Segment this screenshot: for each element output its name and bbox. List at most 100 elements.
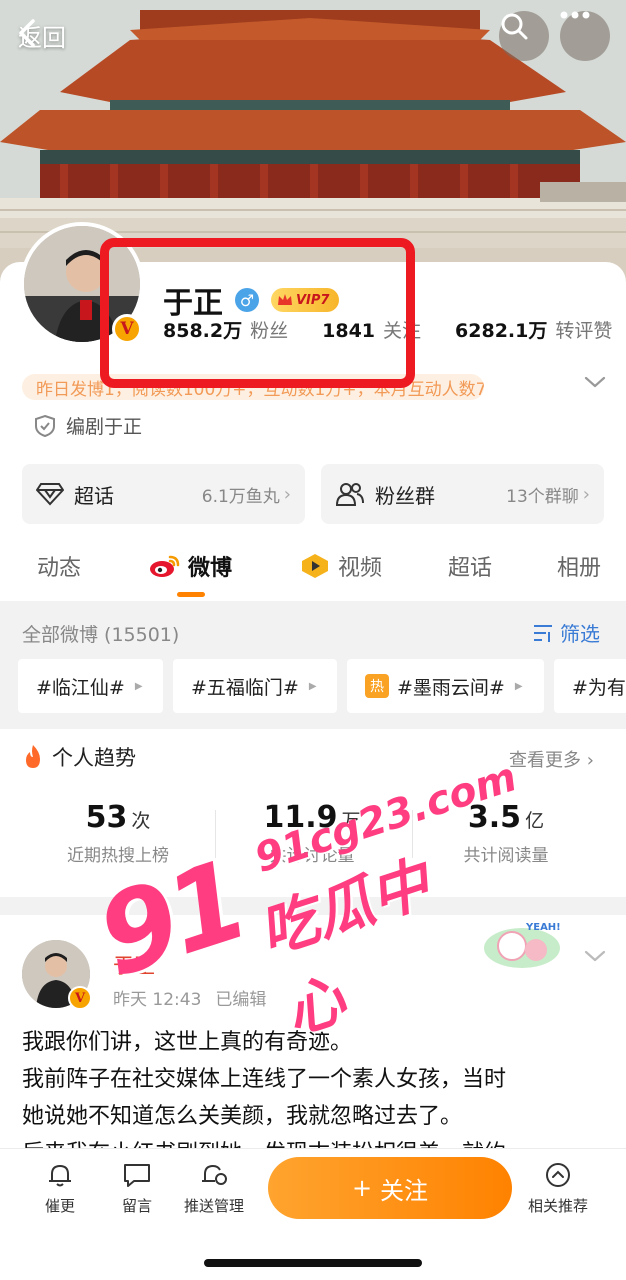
message-button[interactable]: 留言 xyxy=(97,1161,177,1216)
card-sub: 6.1万鱼丸 xyxy=(201,486,280,507)
trend-unit: 万 xyxy=(341,810,361,832)
bottom-action-bar: 催更 留言 推送管理 + 关注 相关推荐 xyxy=(0,1148,626,1280)
stat-following[interactable]: 1841 关注 xyxy=(322,316,421,343)
card-title: 粉丝群 xyxy=(375,483,435,508)
post-line: 我前阵子在社交媒体上连线了一个素人女孩，当时 xyxy=(22,1067,507,1092)
stats-row: 858.2万 粉丝 1841 关注 6282.1万 转评赞 xyxy=(163,316,612,343)
gender-male-icon: ♂ xyxy=(235,288,259,312)
follow-button[interactable]: + 关注 xyxy=(268,1157,512,1219)
filter-icon xyxy=(534,624,552,642)
topic-chip[interactable]: #临江仙# ▶ xyxy=(18,659,163,713)
tab-label: 动态 xyxy=(37,556,82,581)
tab-label: 微博 xyxy=(188,556,233,581)
verified-badge: V xyxy=(112,314,142,344)
tab-video[interactable]: 视频 xyxy=(300,550,382,582)
topic-chip[interactable]: #为有 xyxy=(554,659,626,713)
trend-stat[interactable]: 3.5 亿 共计阅读量 xyxy=(406,800,606,866)
card-sub: 13个群聊 xyxy=(506,486,579,507)
tab-super-topic[interactable]: 超话 xyxy=(448,550,492,582)
bell-icon xyxy=(49,1164,71,1187)
weibo-count: 全部微博 (15501) xyxy=(22,624,180,646)
post-author[interactable]: 于正 xyxy=(113,950,155,980)
expand-button[interactable] xyxy=(584,374,606,393)
filter-button[interactable]: 筛选 xyxy=(532,618,600,647)
bottom-label: 催更 xyxy=(44,1197,75,1215)
topic-label: #临江仙# xyxy=(36,676,125,699)
push-settings-button[interactable]: 推送管理 xyxy=(174,1161,254,1216)
stat-followers[interactable]: 858.2万 粉丝 xyxy=(163,316,288,343)
stat-value: 858.2万 xyxy=(163,320,243,342)
post-menu-button[interactable] xyxy=(584,948,606,967)
topic-label: #五福临门# xyxy=(191,676,299,699)
vip-label: VIP7 xyxy=(296,292,330,308)
chevron-left-icon xyxy=(19,19,35,47)
shield-check-icon xyxy=(35,414,55,437)
trend-more-link[interactable]: 查看更多 › xyxy=(509,746,594,772)
trend-value: 11.9 xyxy=(263,800,338,835)
home-indicator xyxy=(204,1259,422,1267)
hot-badge: 热 xyxy=(365,674,389,698)
post-content[interactable]: 我跟你们讲，这世上真的有奇迹。 我前阵子在社交媒体上连线了一个素人女孩，当时 她… xyxy=(22,1024,612,1148)
weibo-logo-icon xyxy=(150,555,180,577)
post-line: 后来我在小红书刷到她，发现古装扮相很美，就约 xyxy=(22,1135,612,1148)
triangle-right-icon: ▶ xyxy=(514,680,523,692)
vip-badge[interactable]: VIP7 xyxy=(271,288,340,312)
chevron-down-icon xyxy=(584,950,606,962)
section-separator xyxy=(0,897,626,915)
video-play-icon xyxy=(302,554,328,578)
trend-title: 个人趋势 xyxy=(52,746,136,770)
trend-value: 3.5 xyxy=(467,800,522,835)
tab-label: 超话 xyxy=(448,556,493,581)
role-text: 编剧于正 xyxy=(66,416,143,438)
super-topic-card[interactable]: 超话 6.1万鱼丸 › xyxy=(22,464,305,524)
back-button[interactable]: 返回 xyxy=(18,18,66,53)
bottom-label: 推送管理 xyxy=(183,1197,244,1215)
tab-weibo[interactable]: 微博 xyxy=(148,550,232,582)
search-button[interactable] xyxy=(499,11,549,61)
trend-unit: 次 xyxy=(131,810,151,832)
stat-label: 关注 xyxy=(383,320,422,342)
bottom-label: 相关推荐 xyxy=(527,1197,588,1215)
search-icon xyxy=(501,13,528,40)
topic-label: #为有 xyxy=(572,676,626,699)
post-edited: 已编辑 xyxy=(215,990,267,1010)
stat-value: 6282.1万 xyxy=(455,320,548,342)
verified-badge: V xyxy=(68,986,92,1010)
diamond-icon xyxy=(36,483,64,506)
fire-icon xyxy=(26,745,40,768)
stat-label: 转评赞 xyxy=(555,320,613,342)
stat-interactions[interactable]: 6282.1万 转评赞 xyxy=(455,316,612,343)
more-button[interactable] xyxy=(560,11,610,61)
activity-summary[interactable]: 昨日发博1，阅读数100万+，互动数1万+，本月互动人数7万 xyxy=(22,374,484,400)
bell-settings-icon xyxy=(202,1164,227,1185)
trend-label: 近期热搜上榜 xyxy=(67,846,169,866)
follow-label: 关注 xyxy=(380,1176,429,1205)
tab-dynamic[interactable]: 动态 xyxy=(37,550,81,582)
trend-unit: 亿 xyxy=(525,810,545,832)
related-recommend-button[interactable]: 相关推荐 xyxy=(518,1161,598,1216)
trend-stat[interactable]: 11.9 万 共计讨论量 xyxy=(212,800,412,866)
tab-label: 相册 xyxy=(557,556,602,581)
chevron-right-icon: › xyxy=(283,483,291,505)
topic-chip[interactable]: 热 #墨雨云间# ▶ xyxy=(347,659,544,713)
trend-label: 共计阅读量 xyxy=(463,846,549,866)
chat-bubble-icon xyxy=(124,1164,150,1187)
fan-group-card[interactable]: 粉丝群 13个群聊 › xyxy=(321,464,604,524)
tab-label: 视频 xyxy=(338,556,383,581)
profile-tabs: 动态 微博 视频 超话 相册 xyxy=(0,540,626,600)
triangle-right-icon: ▶ xyxy=(308,680,317,692)
post-meta: 昨天 12:43 已编辑 xyxy=(113,985,280,1010)
more-dots-icon xyxy=(560,11,590,19)
chevron-down-icon xyxy=(584,376,606,388)
sticker-text: YEAH! xyxy=(525,922,561,933)
post-line: 我跟你们讲，这世上真的有奇迹。 xyxy=(22,1030,353,1055)
trend-stat[interactable]: 53 次 近期热搜上榜 xyxy=(18,800,218,866)
topic-chip[interactable]: #五福临门# ▶ xyxy=(173,659,337,713)
triangle-right-icon: ▶ xyxy=(134,680,143,692)
trend-value: 53 xyxy=(85,800,128,835)
remind-button[interactable]: 催更 xyxy=(20,1161,100,1216)
tab-album[interactable]: 相册 xyxy=(557,550,601,582)
post-time: 昨天 12:43 xyxy=(113,990,202,1010)
topic-label: #墨雨云间# xyxy=(397,676,505,699)
trend-label: 共计讨论量 xyxy=(269,846,355,866)
